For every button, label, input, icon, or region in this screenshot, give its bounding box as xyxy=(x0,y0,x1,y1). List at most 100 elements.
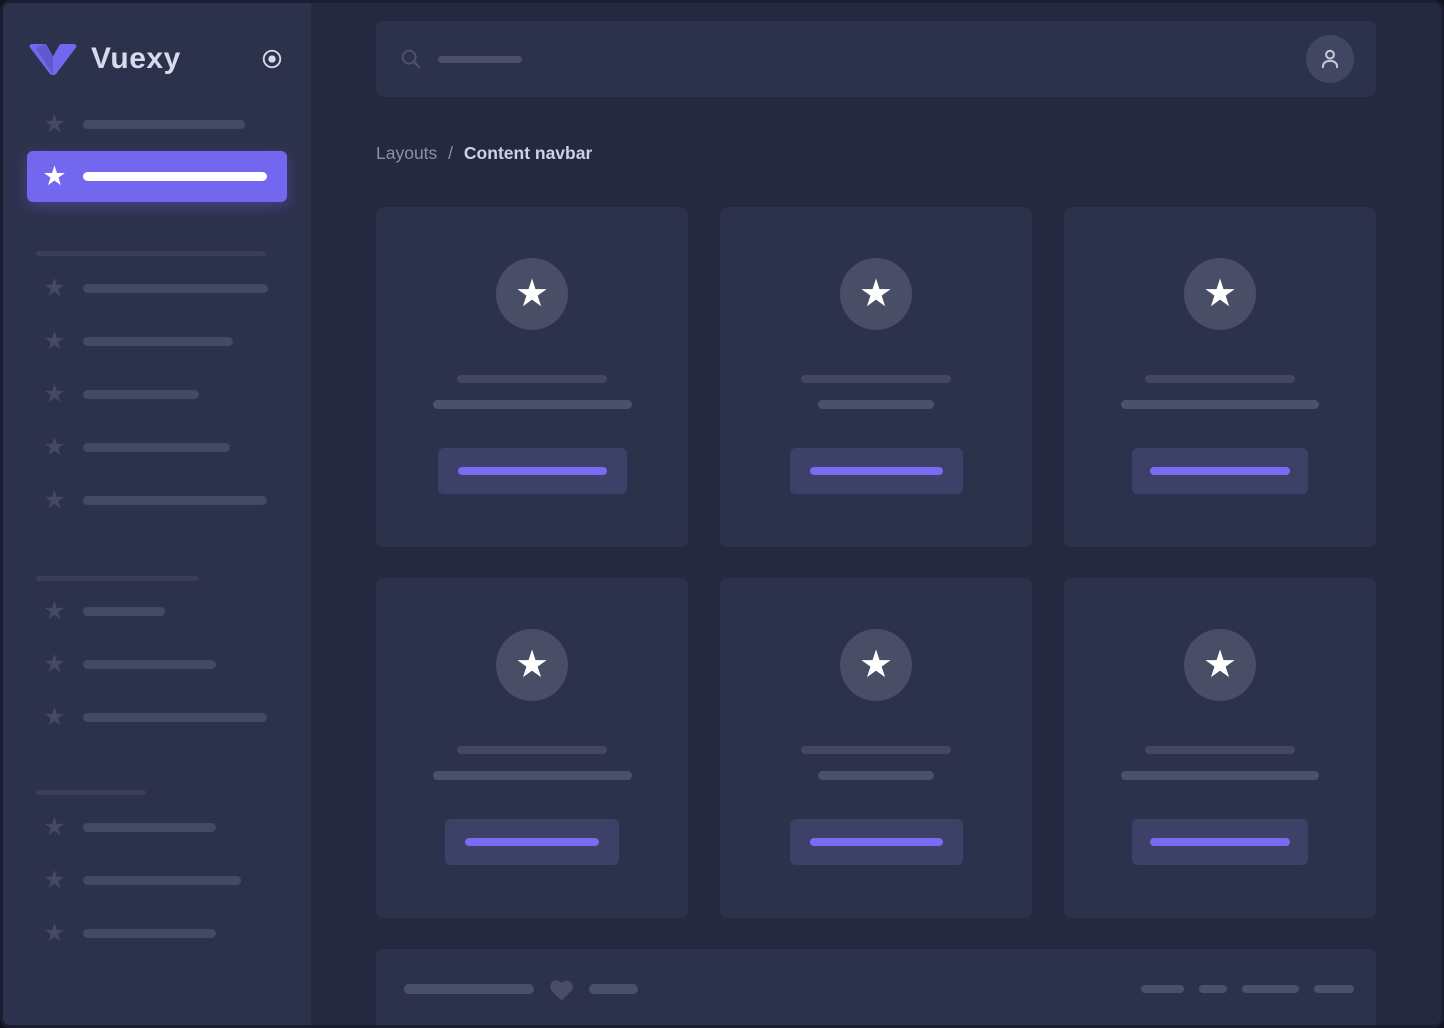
menu-label-placeholder xyxy=(83,120,245,129)
menu-label-placeholder xyxy=(83,390,199,399)
star-icon: ★ xyxy=(1203,645,1237,683)
menu-label-placeholder xyxy=(83,929,216,938)
sidebar-menu-item[interactable]: ★ xyxy=(27,598,287,624)
star-icon: ★ xyxy=(41,814,68,840)
sidebar-menu-item[interactable]: ★ xyxy=(27,434,287,460)
menu-label-placeholder xyxy=(83,607,165,616)
heart-icon xyxy=(548,977,575,1002)
brand-name: Vuexy xyxy=(91,42,261,76)
demo-card: ★ xyxy=(1064,207,1376,547)
search-icon xyxy=(400,48,422,70)
menu-label-placeholder xyxy=(83,823,216,832)
star-badge: ★ xyxy=(496,258,568,330)
card-grid: ★ ★ ★ xyxy=(376,207,1376,918)
menu-section-label-placeholder xyxy=(36,790,146,795)
card-title-placeholder xyxy=(457,746,607,754)
sidebar-pin-toggle-radio-icon[interactable] xyxy=(261,48,283,70)
card-action-button[interactable] xyxy=(790,448,963,494)
card-title-placeholder xyxy=(457,375,607,383)
user-avatar[interactable] xyxy=(1306,35,1354,83)
footer-link-placeholder[interactable] xyxy=(1242,985,1299,993)
sidebar-header: Vuexy xyxy=(3,43,311,75)
breadcrumb-separator: / xyxy=(448,143,453,163)
card-subtitle-placeholder xyxy=(1121,400,1319,409)
footer-link-placeholder[interactable] xyxy=(1141,985,1184,993)
star-badge: ★ xyxy=(496,629,568,701)
footer-text-placeholder xyxy=(589,984,638,994)
card-subtitle-placeholder xyxy=(433,400,632,409)
demo-card: ★ xyxy=(720,207,1032,547)
star-badge: ★ xyxy=(1184,258,1256,330)
card-action-button[interactable] xyxy=(1132,819,1308,865)
person-icon xyxy=(1317,46,1343,72)
sidebar-menu-item[interactable]: ★ xyxy=(27,920,287,946)
menu-label-placeholder xyxy=(83,443,230,452)
sidebar-menu-item[interactable]: ★ xyxy=(27,814,287,840)
menu-label-placeholder xyxy=(83,337,233,346)
demo-card: ★ xyxy=(1064,578,1376,918)
footer xyxy=(376,949,1376,1025)
search-input[interactable] xyxy=(400,48,1306,70)
footer-left xyxy=(404,976,638,1002)
sidebar: Vuexy ★ ★ ★ ★ xyxy=(3,3,311,1025)
card-action-button[interactable] xyxy=(438,448,627,494)
star-icon: ★ xyxy=(41,381,68,407)
card-subtitle-placeholder xyxy=(1121,771,1319,780)
sidebar-menu-item[interactable]: ★ xyxy=(27,867,287,893)
star-icon: ★ xyxy=(41,328,68,354)
menu-label-placeholder xyxy=(83,284,268,293)
breadcrumb-current: Content navbar xyxy=(464,143,592,163)
star-icon: ★ xyxy=(41,920,68,946)
star-badge: ★ xyxy=(840,629,912,701)
breadcrumb: Layouts / Content navbar xyxy=(376,143,1376,164)
sidebar-menu-item-active[interactable]: ★ xyxy=(27,151,287,202)
button-label-placeholder xyxy=(810,838,943,846)
demo-card: ★ xyxy=(720,578,1032,918)
star-icon: ★ xyxy=(41,598,68,624)
search-placeholder-bar xyxy=(438,56,522,63)
star-icon: ★ xyxy=(41,487,68,513)
card-action-button[interactable] xyxy=(790,819,963,865)
star-icon: ★ xyxy=(515,274,549,312)
sidebar-menu-item[interactable]: ★ xyxy=(27,487,287,513)
star-icon: ★ xyxy=(1203,274,1237,312)
footer-links xyxy=(1141,976,1354,1002)
demo-card: ★ xyxy=(376,578,688,918)
star-icon: ★ xyxy=(41,867,68,893)
sidebar-menu-item[interactable]: ★ xyxy=(27,704,287,730)
menu-label-placeholder xyxy=(83,660,216,669)
button-label-placeholder xyxy=(1150,838,1290,846)
card-title-placeholder xyxy=(801,375,951,383)
button-label-placeholder xyxy=(1150,467,1290,475)
menu-label-placeholder xyxy=(83,496,267,505)
sidebar-menu-item[interactable]: ★ xyxy=(27,328,287,354)
menu-label-placeholder xyxy=(83,172,267,181)
menu-label-placeholder xyxy=(83,876,241,885)
card-subtitle-placeholder xyxy=(818,771,934,780)
star-icon: ★ xyxy=(859,645,893,683)
card-title-placeholder xyxy=(1145,746,1295,754)
menu-label-placeholder xyxy=(83,713,267,722)
card-subtitle-placeholder xyxy=(818,400,934,409)
star-badge: ★ xyxy=(1184,629,1256,701)
footer-link-placeholder[interactable] xyxy=(1314,985,1354,993)
footer-link-placeholder[interactable] xyxy=(1199,985,1227,993)
star-icon: ★ xyxy=(515,645,549,683)
app-window: Vuexy ★ ★ ★ ★ xyxy=(0,0,1444,1028)
sidebar-menu-item[interactable]: ★ xyxy=(27,111,287,137)
star-icon: ★ xyxy=(41,434,68,460)
sidebar-menu-item[interactable]: ★ xyxy=(27,275,287,301)
star-badge: ★ xyxy=(840,258,912,330)
card-title-placeholder xyxy=(801,746,951,754)
footer-text-placeholder xyxy=(404,984,534,994)
button-label-placeholder xyxy=(458,467,607,475)
sidebar-menu: ★ ★ ★ ★ ★ ★ xyxy=(3,111,311,946)
card-action-button[interactable] xyxy=(1132,448,1308,494)
breadcrumb-parent[interactable]: Layouts xyxy=(376,143,437,163)
sidebar-menu-item[interactable]: ★ xyxy=(27,381,287,407)
button-label-placeholder xyxy=(465,838,599,846)
sidebar-menu-item[interactable]: ★ xyxy=(27,651,287,677)
top-navbar xyxy=(376,21,1376,97)
button-label-placeholder xyxy=(810,467,943,475)
card-action-button[interactable] xyxy=(445,819,619,865)
